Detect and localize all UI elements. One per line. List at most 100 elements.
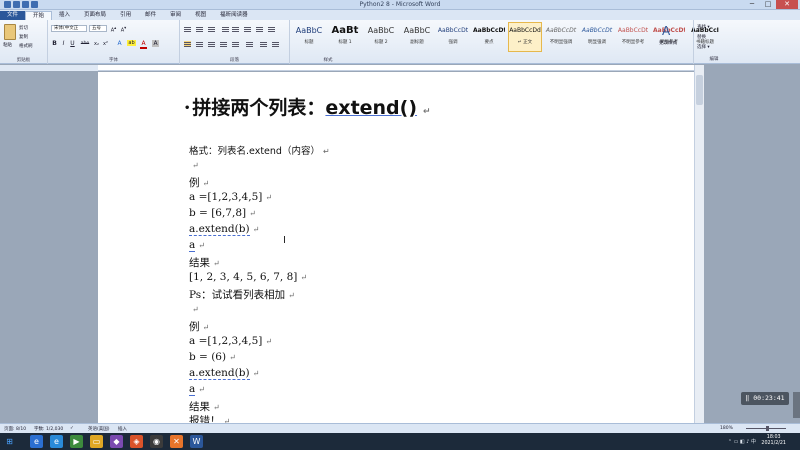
multilevel-list-icon[interactable] (208, 26, 215, 32)
tab-foxit[interactable]: 福昕阅读器 (213, 11, 255, 20)
superscript-button[interactable]: x² (102, 41, 109, 47)
underline-button[interactable]: U (69, 40, 76, 47)
tab-file[interactable]: 文件 (0, 11, 26, 20)
heading-bullet: • (184, 103, 191, 114)
grow-font-icon[interactable]: A▴ (110, 25, 117, 34)
tab-view[interactable]: 视图 (188, 11, 213, 20)
chrome-icon[interactable]: ◉ (150, 435, 163, 448)
bullets-icon[interactable] (184, 26, 191, 32)
tab-mailings[interactable]: 邮件 (138, 11, 163, 20)
scrollbar-thumb[interactable] (696, 75, 703, 105)
maximize-button[interactable]: □ (760, 0, 776, 9)
video-time-overlay[interactable]: ‖ 00:23:41 (741, 392, 789, 405)
style-title[interactable]: AaBbC 标题 (292, 22, 326, 52)
doc-line-code-a2: a =[1,2,3,4,5] ↵ (189, 335, 273, 347)
char-shading-button[interactable]: A (152, 40, 159, 47)
ribbon-tabs: 文件 开始 插入 页面布局 引用 邮件 审阅 视图 福昕阅读器 (0, 10, 800, 20)
system-tray-icons[interactable]: ⌃ ▭ ◧ ♪ 中 (728, 438, 756, 445)
style-heading-1[interactable]: AaBt 标题 1 (328, 22, 362, 52)
minimize-button[interactable]: ─ (744, 0, 760, 9)
tab-home[interactable]: 开始 (25, 11, 53, 20)
close-button[interactable]: ✕ (776, 0, 798, 9)
style-heading-2[interactable]: AaBbC 标题 2 (364, 22, 398, 52)
distribute-icon[interactable] (232, 41, 239, 47)
replace-button[interactable]: 替换 (697, 34, 706, 40)
style-subtle-reference[interactable]: AaBbCcDt 不明显参考 (616, 22, 650, 52)
document-page[interactable] (98, 72, 694, 423)
taskbar: ⊞ e e ▶ ▭ ◆ ◈ ◉ ✕ W ⌃ ▭ ◧ ♪ 中 18:03 2021/… (0, 433, 800, 450)
cut-button[interactable]: 剪切 (19, 25, 28, 31)
shrink-font-icon[interactable]: A▾ (120, 25, 127, 34)
style-emphasis[interactable]: AaBbCcDt 强调 (436, 22, 470, 52)
numbering-icon[interactable] (196, 26, 203, 32)
tab-review[interactable]: 审阅 (163, 11, 188, 20)
sort-icon[interactable] (256, 26, 263, 32)
align-center-icon[interactable] (196, 41, 203, 47)
status-words[interactable]: 字数: 1/2,030 (34, 426, 63, 432)
media-icon[interactable]: ▶ (70, 435, 83, 448)
paste-button-label[interactable]: 粘贴 (3, 42, 12, 48)
status-page[interactable]: 页面: 8/10 (4, 426, 26, 432)
style-intense-emphasis[interactable]: AaBbCcDt 明显强调 (580, 22, 614, 52)
app-icon[interactable]: ◆ (110, 435, 123, 448)
window-title: Python2 8 - Microsoft Word (359, 1, 441, 8)
edge-icon[interactable]: e (50, 435, 63, 448)
ie-icon[interactable]: e (30, 435, 43, 448)
clock-date: 2021/2/21 (761, 441, 786, 446)
title-bar: Python2 8 - Microsoft Word ─ □ ✕ (0, 0, 800, 10)
find-button[interactable]: 查找 ▾ (697, 24, 710, 30)
start-icon[interactable]: ⊞ (3, 435, 16, 448)
vertical-scrollbar[interactable] (694, 65, 704, 423)
status-language[interactable]: 英语(美国) (88, 426, 110, 432)
align-left-icon[interactable] (184, 41, 191, 47)
change-styles-icon[interactable]: A (662, 24, 670, 38)
select-button[interactable]: 选择 ▾ (697, 44, 710, 50)
clock[interactable]: 18:03 2021/2/21 (761, 435, 786, 447)
text-effects-button[interactable]: A (116, 40, 123, 47)
shading-icon[interactable] (260, 41, 267, 47)
heading-text: 拼接两个列表： (192, 97, 326, 119)
subscript-button[interactable]: x₂ (93, 41, 100, 47)
tool-icon[interactable]: ✕ (170, 435, 183, 448)
increase-indent-icon[interactable] (232, 26, 239, 32)
word-taskbar-icon[interactable]: W (190, 435, 203, 448)
explorer-icon[interactable]: ▭ (90, 435, 103, 448)
style-normal[interactable]: AaBbCcDd ↵ 正文 (508, 22, 542, 52)
show-marks-icon[interactable] (268, 26, 275, 32)
italic-button[interactable]: I (60, 40, 67, 47)
format-painter-button[interactable]: 格式刷 (19, 43, 33, 49)
font-size-select[interactable]: 五号 (89, 25, 107, 32)
style-subtitle[interactable]: AaBbC 副标题 (400, 22, 434, 52)
chinese-layout-icon[interactable] (244, 26, 251, 32)
copy-button[interactable]: 复制 (19, 34, 28, 40)
doc-line-code-b1: b = [6,7,8] ↵ (189, 207, 256, 219)
change-styles-button[interactable]: 更改样式 (659, 40, 677, 46)
tab-page-layout[interactable]: 页面布局 (77, 11, 113, 20)
justify-icon[interactable] (220, 41, 227, 47)
font-name-select[interactable]: 宋体(中文正 (51, 25, 87, 32)
status-zoom[interactable]: 180% (720, 426, 733, 431)
decrease-indent-icon[interactable] (222, 26, 229, 32)
font-color-button[interactable]: A (140, 40, 147, 49)
strikethrough-button[interactable]: abe (80, 41, 90, 46)
tab-insert[interactable]: 插入 (52, 11, 77, 20)
spellcheck-icon[interactable]: ✓ (70, 426, 74, 431)
style-subtle-emphasis[interactable]: AaBbCcDt 不明显强调 (544, 22, 578, 52)
line-spacing-icon[interactable] (246, 41, 253, 47)
status-insert-mode[interactable]: 插入 (118, 426, 127, 432)
align-right-icon[interactable] (208, 41, 215, 47)
borders-icon[interactable] (272, 41, 279, 47)
word-window: Python2 8 - Microsoft Word ─ □ ✕ 文件 开始 插… (0, 0, 800, 450)
bold-button[interactable]: B (51, 40, 58, 47)
video-side-panel[interactable] (793, 392, 800, 418)
paste-icon[interactable] (4, 24, 16, 40)
tab-references[interactable]: 引用 (113, 11, 138, 20)
zoom-slider-knob[interactable] (766, 426, 769, 431)
ribbon: 粘贴 剪切 复制 格式刷 剪贴板 宋体(中文正 五号 A▴ A▾ B I U a… (0, 20, 800, 64)
doc-line-blank-1: ↵ (192, 161, 199, 170)
window-controls: ─ □ ✕ (744, 0, 798, 9)
doc-line-extend-2: a.extend(b) ↵ (189, 367, 260, 380)
wps-icon[interactable]: ◈ (130, 435, 143, 448)
highlight-button[interactable]: ab (127, 40, 136, 46)
style-strong[interactable]: AaBbCcDt 要点 (472, 22, 506, 52)
